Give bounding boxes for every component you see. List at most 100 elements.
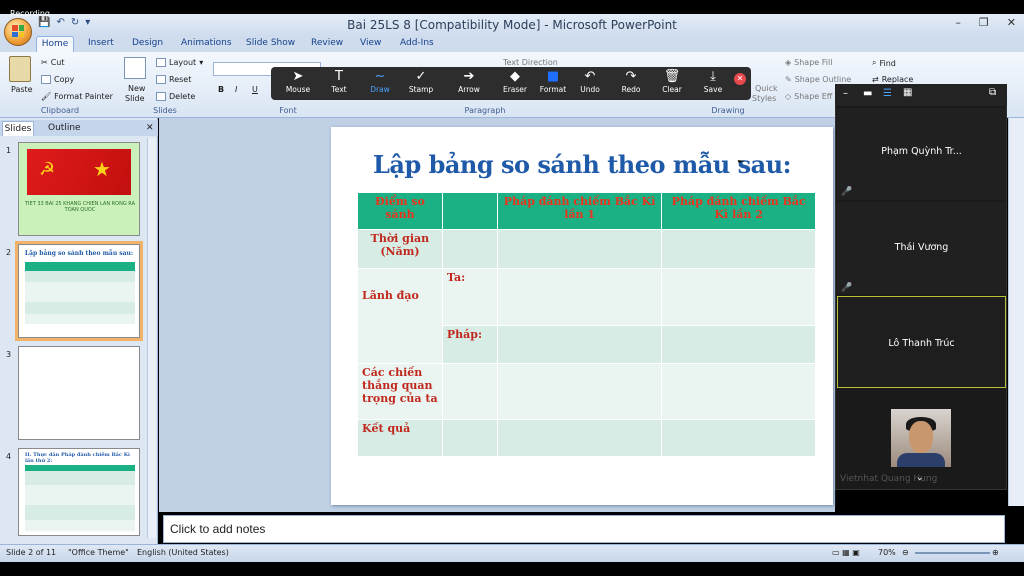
format-painter-button[interactable]: 🖌 Format Painter [41, 92, 113, 101]
replace-button[interactable]: ⇄ Replace [872, 75, 913, 84]
cut-label: Cut [50, 58, 65, 67]
trash-icon: 🗑 [663, 69, 681, 84]
header-cell [441, 192, 498, 230]
quick-styles-line2[interactable]: Styles [752, 94, 776, 103]
delete-button[interactable]: Delete [156, 92, 195, 101]
zoom-in-icon[interactable]: ⊕ [992, 548, 999, 557]
paste-icon[interactable] [9, 56, 31, 82]
cut-button[interactable]: ✂ Cut [41, 58, 65, 67]
slide-thumbnail-1[interactable]: ☭ ★ TIET 33 BAI 25 KHANG CHIEN LAN RONG … [18, 142, 140, 236]
layout-icon [156, 58, 166, 67]
window-controls: – ❐ ✕ [955, 16, 1016, 29]
tab-animations[interactable]: Animations [181, 38, 232, 48]
arrow-icon: ➔ [463, 69, 475, 84]
format-painter-label: Format Painter [54, 92, 113, 101]
tab-slide-show[interactable]: Slide Show [246, 38, 295, 48]
new-slide-icon[interactable] [124, 57, 146, 79]
close-panel-icon[interactable]: ✕ [146, 123, 154, 133]
save-tool[interactable]: ⤓ Save [691, 69, 735, 95]
zoom-out-icon[interactable]: ⊖ [902, 548, 909, 557]
undo-tool[interactable]: ↶ Undo [568, 70, 612, 95]
canvas-scrollbar[interactable] [1008, 118, 1024, 506]
minimize-icon[interactable]: – [843, 88, 848, 99]
slide-thumbnail-2[interactable]: Lập bảng so sánh theo mẫu sau: [18, 244, 140, 338]
participant-video[interactable] [891, 409, 951, 467]
strip-view-icon[interactable]: ☰ [883, 88, 892, 99]
find-button[interactable]: ⌕ Find [872, 58, 896, 68]
language-indicator[interactable]: English (United States) [137, 548, 229, 557]
table-cell[interactable] [661, 419, 816, 457]
row-label: Các chiến thắng quan trọng của ta [357, 363, 443, 420]
shape-outline-button[interactable]: ✎ Shape Outline [785, 75, 851, 84]
tab-insert[interactable]: Insert [88, 38, 114, 48]
stamp-tool[interactable]: ✓ Stamp [399, 70, 443, 95]
table-cell[interactable] [496, 229, 663, 269]
clear-tool[interactable]: 🗑 Clear [650, 69, 694, 95]
table-cell[interactable] [661, 229, 816, 269]
tab-slides[interactable]: Slides [2, 121, 34, 136]
gallery-view-icon[interactable]: ▦ [903, 87, 912, 98]
table-header-row: Điểm so sánh Pháp đánh chiếm Bắc Kì lần … [357, 192, 816, 230]
table-cell[interactable] [661, 268, 816, 326]
slideshow-view-icon[interactable]: ▣ [852, 548, 860, 557]
redo-tool[interactable]: ↷ Redo [609, 70, 653, 95]
tab-home[interactable]: Home [36, 36, 74, 53]
restore-icon[interactable]: ❐ [979, 16, 989, 29]
delete-icon [156, 92, 166, 101]
copy-label: Copy [54, 75, 75, 84]
table-cell[interactable] [496, 325, 663, 364]
new-slide-line1[interactable]: New [128, 84, 145, 93]
chevron-down-icon[interactable]: ⌄ [916, 473, 924, 483]
tab-outline[interactable]: Outline [48, 123, 81, 133]
slide-thumbnail-4[interactable]: II. Thực dân Pháp đánh chiếm Bắc Kì lần … [18, 448, 140, 536]
table-cell[interactable] [496, 268, 663, 326]
zoom-slider[interactable] [915, 552, 990, 554]
shape-fill-button[interactable]: ◈ Shape Fill [785, 58, 832, 67]
muted-mic-icon: 🎤 [841, 187, 853, 197]
thumbnail-number: 1 [6, 146, 12, 155]
normal-view-icon[interactable]: ▭ [832, 548, 840, 557]
layout-button[interactable]: Layout ▾ [156, 58, 203, 67]
slide-title[interactable]: Lập bảng so sánh theo mẫu sau: [331, 150, 833, 179]
bold-button[interactable]: B [218, 85, 224, 94]
download-icon: ⤓ [710, 69, 716, 84]
draw-tool[interactable]: ∼ Draw [358, 70, 402, 95]
header-cell: Pháp đánh chiếm Bắc Kì lần 2 [661, 192, 816, 230]
close-icon[interactable]: ✕ [1007, 16, 1016, 29]
underline-button[interactable]: U [252, 85, 258, 94]
tab-view[interactable]: View [360, 38, 381, 48]
pop-out-icon[interactable]: ⧉ [989, 87, 996, 98]
speaker-view-icon[interactable]: ▬ [863, 88, 872, 99]
row-sublabel [441, 363, 498, 420]
arrow-tool[interactable]: ➔ Arrow [447, 69, 491, 95]
office-button[interactable] [4, 18, 32, 46]
reset-button[interactable]: Reset [156, 75, 191, 84]
tab-review[interactable]: Review [311, 38, 343, 48]
tab-design[interactable]: Design [132, 38, 163, 48]
tab-add-ins[interactable]: Add-Ins [400, 38, 434, 48]
table-cell[interactable] [661, 363, 816, 420]
mouse-tool[interactable]: ➤ Mouse [276, 70, 320, 95]
hammer-sickle-icon: ☭ [39, 159, 56, 180]
notes-pane[interactable]: Click to add notes [163, 515, 1005, 543]
table-cell[interactable] [661, 325, 816, 364]
text-direction-button[interactable]: Text Direction [503, 58, 558, 67]
shape-effects-button[interactable]: ◇ Shape Eff [785, 92, 832, 101]
copy-button[interactable]: Copy [41, 75, 74, 84]
sorter-view-icon[interactable]: ▦ [842, 548, 850, 557]
theme-name: "Office Theme" [68, 548, 129, 557]
close-annotation-icon[interactable]: ✕ [734, 73, 746, 85]
slide-thumbnail-3[interactable] [18, 346, 140, 440]
quick-styles-line1[interactable]: Quick [755, 84, 778, 93]
comparison-table[interactable]: Điểm so sánh Pháp đánh chiếm Bắc Kì lần … [357, 192, 816, 457]
table-cell[interactable] [496, 363, 663, 420]
paste-button[interactable]: Paste [11, 85, 33, 94]
minimize-icon[interactable]: – [955, 16, 961, 29]
new-slide-line2[interactable]: Slide [125, 94, 145, 103]
panel-scrollbar[interactable] [147, 138, 156, 538]
italic-button[interactable]: I [235, 85, 237, 94]
row-sublabel: Pháp: [441, 325, 498, 364]
text-tool[interactable]: T Text [317, 70, 361, 95]
table-cell[interactable] [496, 419, 663, 457]
zoom-level[interactable]: 70% [878, 548, 896, 557]
